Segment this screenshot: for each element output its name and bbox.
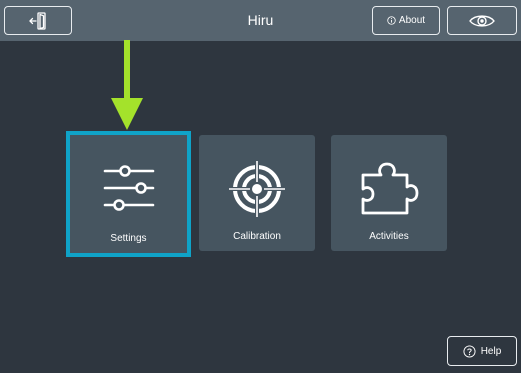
exit-button[interactable] <box>4 6 72 35</box>
activities-tile[interactable]: Activities <box>331 135 447 251</box>
target-icon <box>229 161 285 217</box>
help-button[interactable]: Help <box>447 336 517 366</box>
about-button[interactable]: About <box>372 6 440 35</box>
pointer-arrow-icon <box>111 40 143 130</box>
help-label: Help <box>480 345 502 357</box>
help-icon <box>463 344 476 358</box>
eye-icon <box>469 14 495 27</box>
activities-label: Activities <box>369 231 409 242</box>
settings-tile[interactable]: Settings <box>66 131 191 257</box>
sliders-icon <box>103 165 154 211</box>
calibration-tile[interactable]: Calibration <box>199 135 315 251</box>
top-bar <box>0 0 521 41</box>
exit-icon <box>29 11 46 30</box>
about-label: About <box>398 15 426 26</box>
view-toggle-button[interactable] <box>447 6 517 35</box>
calibration-label: Calibration <box>233 231 281 242</box>
info-icon <box>387 16 396 25</box>
puzzle-icon <box>361 162 419 215</box>
settings-label: Settings <box>110 233 147 244</box>
